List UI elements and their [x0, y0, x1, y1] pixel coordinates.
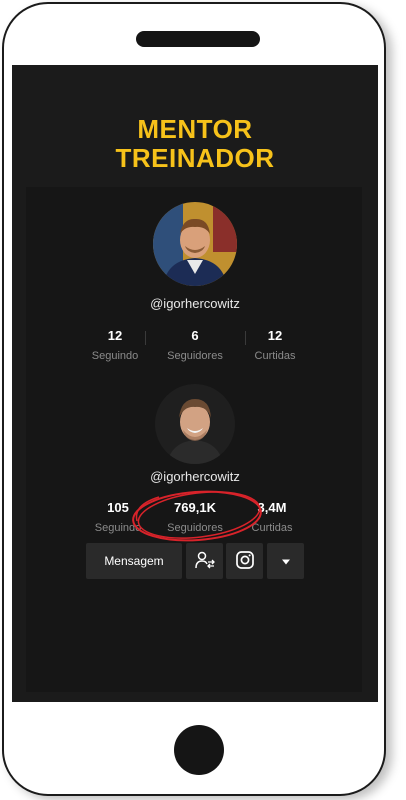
stat-value: 12: [267, 328, 283, 343]
avatar-top[interactable]: [153, 202, 237, 286]
stat-label: Curtidas: [251, 522, 293, 534]
phone-screen: MENTOR TREINADOR @igorhercowitz 12 Segui…: [12, 65, 378, 702]
message-button[interactable]: Mensagem: [86, 543, 182, 579]
username-top: @igorhercowitz: [150, 296, 240, 311]
username-bottom: @igorhercowitz: [150, 469, 240, 484]
headline: MENTOR TREINADOR: [12, 115, 378, 173]
phone-home-button[interactable]: [174, 725, 224, 775]
follow-toggle-button[interactable]: [186, 543, 223, 579]
more-options-button[interactable]: [267, 543, 304, 579]
stat-label: Curtidas: [254, 350, 296, 362]
instagram-icon: [235, 550, 254, 572]
headline-line-2: TREINADOR: [115, 143, 275, 173]
user-swap-icon: [194, 551, 215, 572]
stat-likes-top[interactable]: 12 Curtidas: [225, 328, 325, 363]
instagram-button[interactable]: [226, 543, 263, 579]
caret-down-icon: [281, 554, 291, 568]
headline-line-1: MENTOR: [137, 114, 253, 144]
stat-value: 3,4M: [257, 500, 287, 515]
avatar-bottom[interactable]: [155, 384, 235, 464]
phone-speaker: [136, 31, 260, 47]
stat-likes-bottom[interactable]: 3,4M Curtidas: [222, 500, 322, 535]
